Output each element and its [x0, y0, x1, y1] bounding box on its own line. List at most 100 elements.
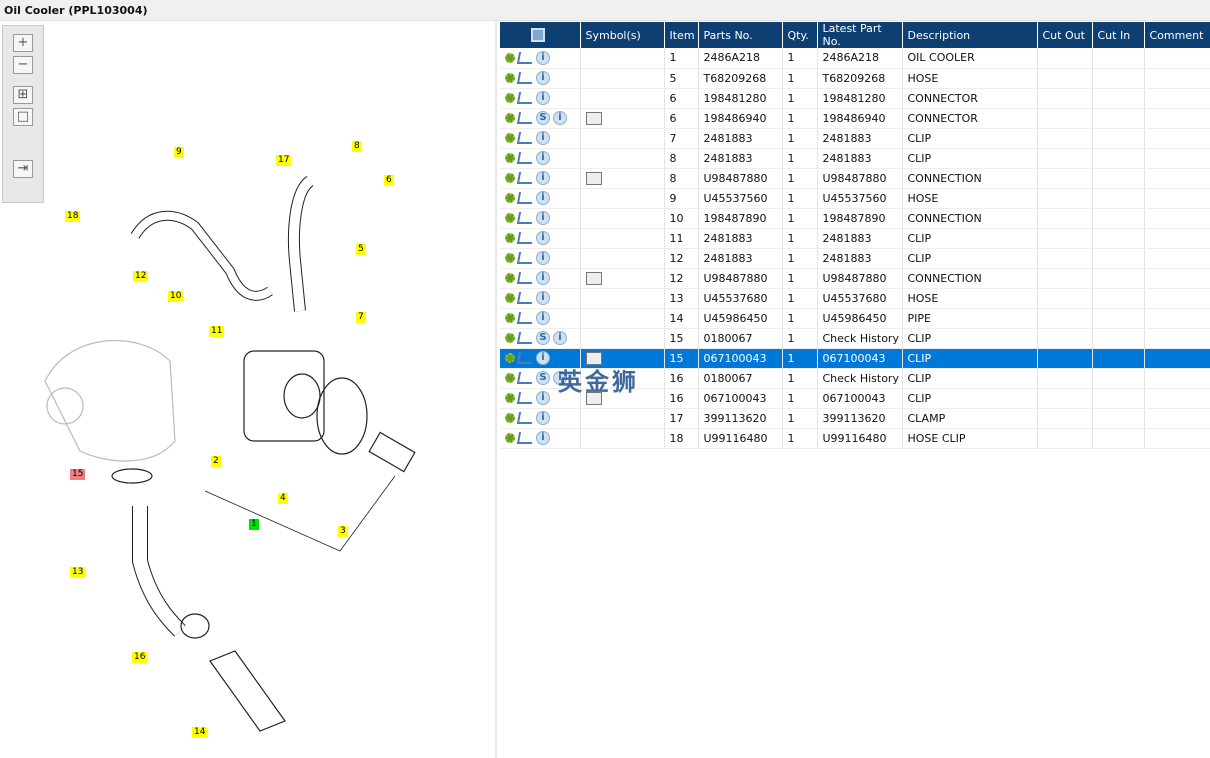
- table-row[interactable]: Si 15 0180067 1 Check History CLIP: [500, 328, 1210, 349]
- cart-icon[interactable]: [516, 252, 535, 264]
- column-header-comment[interactable]: Comment: [1144, 22, 1210, 48]
- info-icon[interactable]: i: [536, 351, 550, 365]
- info-icon[interactable]: i: [536, 211, 550, 225]
- cart-icon[interactable]: [516, 51, 535, 64]
- info-icon[interactable]: i: [536, 151, 550, 165]
- zoom-out-button[interactable]: −: [13, 56, 33, 74]
- book-icon[interactable]: [585, 171, 602, 185]
- table-row[interactable]: i 11 2481883 1 2481883 CLIP: [500, 228, 1210, 249]
- table-row[interactable]: i 8 U98487880 1 U98487880 CONNECTION: [500, 168, 1210, 189]
- gear-icon[interactable]: [505, 313, 515, 323]
- cart-icon[interactable]: [516, 152, 535, 164]
- table-row[interactable]: i 1 2486A218 1 2486A218 OIL COOLER: [500, 48, 1210, 69]
- gear-icon[interactable]: [505, 73, 515, 83]
- table-row[interactable]: i 8 2481883 1 2481883 CLIP: [500, 148, 1210, 169]
- info-icon[interactable]: i: [536, 171, 550, 185]
- fit-button[interactable]: ⊞: [13, 86, 33, 104]
- callout-14[interactable]: 14: [192, 727, 208, 738]
- gear-icon[interactable]: [505, 333, 515, 343]
- gear-icon[interactable]: [505, 113, 515, 123]
- cart-icon[interactable]: [516, 312, 535, 324]
- info-icon[interactable]: i: [536, 191, 550, 205]
- table-row[interactable]: i 12 U98487880 1 U98487880 CONNECTION: [500, 268, 1210, 289]
- callout-15[interactable]: 15: [70, 469, 86, 480]
- gear-icon[interactable]: [505, 273, 515, 283]
- table-row[interactable]: i 9 U45537560 1 U45537560 HOSE: [500, 188, 1210, 209]
- gear-icon[interactable]: [505, 213, 515, 223]
- gear-icon[interactable]: [505, 393, 515, 403]
- callout-6[interactable]: 6: [384, 175, 394, 186]
- gear-icon[interactable]: [505, 153, 515, 163]
- cart-icon[interactable]: [516, 232, 535, 244]
- column-header-parts-no-[interactable]: Parts No.: [698, 22, 783, 48]
- gear-icon[interactable]: [505, 133, 515, 143]
- gear-icon[interactable]: [505, 253, 515, 263]
- info-icon[interactable]: i: [536, 431, 550, 445]
- callout-9[interactable]: 9: [174, 147, 184, 158]
- cart-icon[interactable]: [516, 272, 535, 284]
- gear-icon[interactable]: [505, 433, 515, 443]
- column-header-description[interactable]: Description: [902, 22, 1038, 48]
- gears-icon[interactable]: [505, 52, 515, 63]
- info-icon[interactable]: i: [553, 331, 567, 345]
- cart-icon[interactable]: [516, 372, 535, 384]
- callout-13[interactable]: 13: [70, 567, 86, 578]
- cart-icon[interactable]: [516, 92, 535, 104]
- info-icon[interactable]: i: [553, 111, 567, 125]
- table-row[interactable]: i 14 U45986450 1 U45986450 PIPE: [500, 308, 1210, 329]
- column-header-cut-in[interactable]: Cut In: [1092, 22, 1145, 48]
- gear-icon[interactable]: [505, 353, 515, 363]
- gear-icon[interactable]: [505, 173, 515, 183]
- column-header-qty-[interactable]: Qty.: [782, 22, 818, 48]
- zoom-in-button[interactable]: +: [13, 34, 33, 52]
- cart-icon[interactable]: [516, 112, 535, 124]
- supersession-icon[interactable]: S: [536, 331, 550, 345]
- column-header-item[interactable]: Item: [664, 22, 699, 48]
- cart-icon[interactable]: [516, 172, 535, 184]
- list-view-button[interactable]: ⇥: [13, 160, 33, 178]
- info-icon[interactable]: i: [536, 131, 550, 145]
- search-column-header[interactable]: [500, 22, 581, 48]
- actual-size-button[interactable]: □: [13, 108, 33, 126]
- gear-icon[interactable]: [505, 233, 515, 243]
- info-icon[interactable]: i: [536, 231, 550, 245]
- info-icon[interactable]: i: [536, 91, 550, 105]
- supersession-icon[interactable]: S: [536, 111, 550, 125]
- cart-icon[interactable]: [516, 292, 535, 304]
- info-icon[interactable]: i: [536, 291, 550, 305]
- book-icon[interactable]: [585, 111, 602, 125]
- callout-12[interactable]: 12: [133, 271, 149, 282]
- callout-2[interactable]: 2: [211, 456, 221, 467]
- table-row[interactable]: Si 6 198486940 1 198486940 CONNECTOR: [500, 108, 1210, 129]
- book-icon[interactable]: [585, 271, 602, 285]
- table-row[interactable]: i 6 198481280 1 198481280 CONNECTOR: [500, 88, 1210, 109]
- callout-11[interactable]: 11: [209, 326, 225, 337]
- info-icon[interactable]: i: [536, 391, 550, 405]
- info-icon[interactable]: i: [536, 271, 550, 285]
- cart-icon[interactable]: [516, 392, 535, 404]
- column-header-latest-part-no-[interactable]: Latest Part No.: [817, 22, 903, 48]
- callout-3[interactable]: 3: [338, 526, 348, 537]
- info-icon[interactable]: i: [536, 251, 550, 265]
- gear-icon[interactable]: [505, 413, 515, 423]
- gear-icon[interactable]: [505, 373, 515, 383]
- cart-icon[interactable]: [516, 332, 535, 344]
- gear-icon[interactable]: [505, 293, 515, 303]
- cart-icon[interactable]: [516, 132, 535, 144]
- info-icon[interactable]: i: [536, 311, 550, 325]
- info-icon[interactable]: i: [536, 71, 550, 85]
- parts-diagram[interactable]: + − ⊞ □ ⇥ 9 17 8 6 18 5 12 10 11 7 2 15 4 1 3 13 16 14: [0, 21, 497, 758]
- gear-icon[interactable]: [505, 193, 515, 203]
- callout-16[interactable]: 16: [132, 652, 148, 663]
- callout-4[interactable]: 4: [278, 493, 288, 504]
- table-row[interactable]: i 18 U99116480 1 U99116480 HOSE CLIP: [500, 428, 1210, 449]
- info-icon[interactable]: i: [536, 50, 550, 65]
- info-icon[interactable]: i: [536, 411, 550, 425]
- table-row[interactable]: i 5 T68209268 1 T68209268 HOSE: [500, 68, 1210, 89]
- magnifier-icon[interactable]: [531, 28, 546, 42]
- cart-icon[interactable]: [516, 352, 535, 364]
- table-row[interactable]: i 7 2481883 1 2481883 CLIP: [500, 128, 1210, 149]
- supersession-icon[interactable]: S: [536, 371, 550, 385]
- callout-18[interactable]: 18: [65, 211, 81, 222]
- table-row[interactable]: i 12 2481883 1 2481883 CLIP: [500, 248, 1210, 269]
